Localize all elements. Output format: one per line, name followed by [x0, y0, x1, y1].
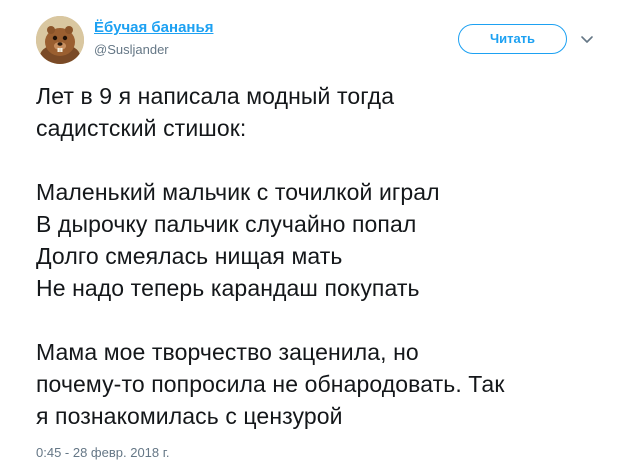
tweet-line: я познакомилась с цензурой: [36, 403, 343, 429]
chevron-down-icon[interactable]: [577, 32, 597, 48]
follow-button[interactable]: Читать: [458, 24, 567, 54]
author-display-name[interactable]: Ёбучая бананья: [94, 19, 213, 37]
tweet-card: Ёбучая бананья @Susljander Читать Лет в …: [0, 0, 631, 472]
tweet-line: Долго смеялась нищая мать: [36, 243, 343, 269]
tweet-line: садистский стишок:: [36, 115, 247, 141]
tweet-text: Лет в 9 я написала модный тогда садистск…: [36, 80, 616, 432]
author-handle[interactable]: @Susljander: [94, 42, 169, 58]
tweet-line: Маленький мальчик с точилкой играл: [36, 179, 440, 205]
tweet-line: почему-то попросила не обнародовать. Так: [36, 371, 505, 397]
tweet-line: В дырочку пальчик случайно попал: [36, 211, 417, 237]
tweet-line: Мама мое творчество заценила, но: [36, 339, 419, 365]
tweet-line: Лет в 9 я написала модный тогда: [36, 83, 395, 109]
tweet-timestamp[interactable]: 0:45 - 28 февр. 2018 г.: [36, 445, 170, 461]
tweet-line: Не надо теперь карандаш покупать: [36, 275, 420, 301]
beaver-avatar-icon[interactable]: [36, 16, 84, 64]
